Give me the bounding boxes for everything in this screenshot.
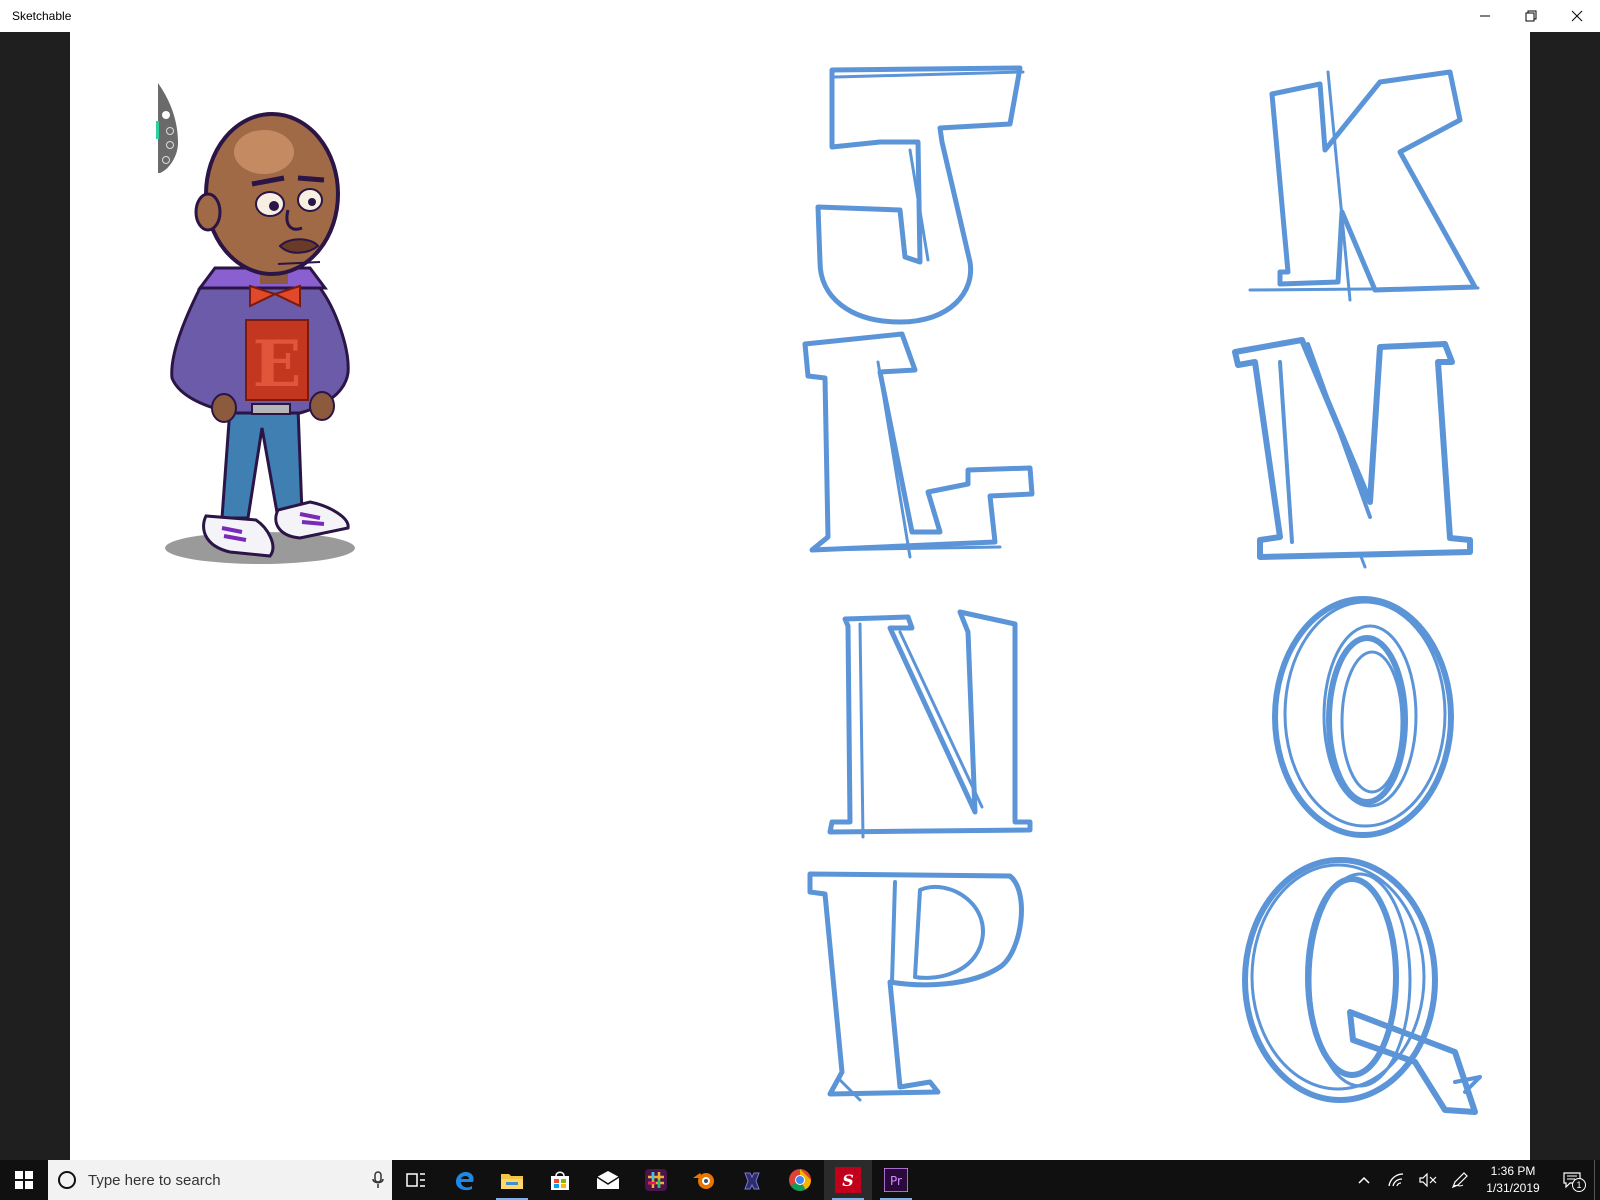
store-icon — [551, 1171, 569, 1190]
slack-button[interactable] — [632, 1160, 680, 1200]
letter-n-sketch — [827, 609, 1033, 839]
sketchable-label: S — [842, 1171, 854, 1190]
blender-icon — [693, 1173, 714, 1189]
sketchable-icon: S — [835, 1167, 861, 1193]
letter-j-sketch — [815, 65, 1025, 325]
app-button[interactable] — [728, 1160, 776, 1200]
action-center-button[interactable]: 1 — [1550, 1160, 1594, 1200]
letter-q-sketch — [1242, 857, 1482, 1115]
character-illustration: E — [165, 112, 355, 564]
window-title: Sketchable — [12, 9, 72, 23]
letter-l-sketch — [802, 331, 1035, 559]
premiere-icon: Pr — [884, 1168, 908, 1192]
start-button[interactable] — [0, 1160, 48, 1200]
notification-badge: 1 — [1572, 1178, 1586, 1192]
emblem-letter: E — [253, 327, 302, 402]
chrome-icon — [789, 1169, 811, 1191]
show-hidden-icons-button[interactable] — [1348, 1160, 1380, 1200]
microphone-icon[interactable] — [364, 1171, 392, 1189]
sweater-emblem: E — [245, 319, 309, 402]
taskbar: Type here to search S Pr 1:36 PM 1/31/20… — [0, 1160, 1600, 1200]
edge-button[interactable] — [440, 1160, 488, 1200]
system-tray: 1:36 PM 1/31/2019 1 — [1348, 1160, 1600, 1200]
clock[interactable]: 1:36 PM 1/31/2019 — [1476, 1163, 1550, 1197]
letter-m-sketch — [1232, 337, 1473, 569]
windows-icon — [15, 1171, 33, 1189]
cortana-icon — [58, 1171, 76, 1189]
restore-button[interactable] — [1508, 0, 1554, 32]
minimize-icon — [1480, 15, 1490, 17]
edge-icon — [456, 1172, 474, 1191]
drawing-canvas[interactable]: E — [70, 32, 1530, 1160]
network-button[interactable] — [1380, 1160, 1412, 1200]
app-area: E — [0, 32, 1600, 1160]
letter-k-sketch — [1248, 69, 1480, 302]
wifi-icon — [1388, 1173, 1404, 1187]
file-explorer-button[interactable] — [488, 1160, 536, 1200]
premiere-label: Pr — [890, 1174, 902, 1188]
close-icon — [1571, 10, 1583, 22]
blender-button[interactable] — [680, 1160, 728, 1200]
clock-date: 1/31/2019 — [1486, 1181, 1540, 1195]
slack-icon — [645, 1169, 667, 1191]
task-view-button[interactable] — [392, 1160, 440, 1200]
taskbar-search[interactable]: Type here to search — [48, 1160, 392, 1200]
close-button[interactable] — [1554, 0, 1600, 32]
pen-workspace-icon — [1451, 1172, 1468, 1189]
task-view-icon — [406, 1173, 425, 1187]
clock-time: 1:36 PM — [1490, 1164, 1536, 1178]
volume-muted-icon — [1419, 1173, 1437, 1187]
letter-p-sketch — [807, 871, 1024, 1102]
app-icon — [744, 1172, 760, 1190]
restore-icon — [1525, 10, 1537, 22]
volume-button[interactable] — [1412, 1160, 1444, 1200]
mail-icon — [596, 1171, 620, 1189]
store-button[interactable] — [536, 1160, 584, 1200]
file-explorer-icon — [501, 1174, 523, 1189]
pen-workspace-button[interactable] — [1444, 1160, 1476, 1200]
minimize-button[interactable] — [1462, 0, 1508, 32]
letter-o-sketch — [1272, 596, 1454, 838]
sketchable-button[interactable]: S — [824, 1160, 872, 1200]
title-bar: Sketchable — [0, 0, 1600, 32]
chrome-button[interactable] — [776, 1160, 824, 1200]
chevron-up-icon — [1358, 1176, 1370, 1184]
show-desktop-button[interactable] — [1594, 1160, 1600, 1200]
search-placeholder: Type here to search — [88, 1171, 221, 1189]
mail-button[interactable] — [584, 1160, 632, 1200]
premiere-button[interactable]: Pr — [872, 1160, 920, 1200]
